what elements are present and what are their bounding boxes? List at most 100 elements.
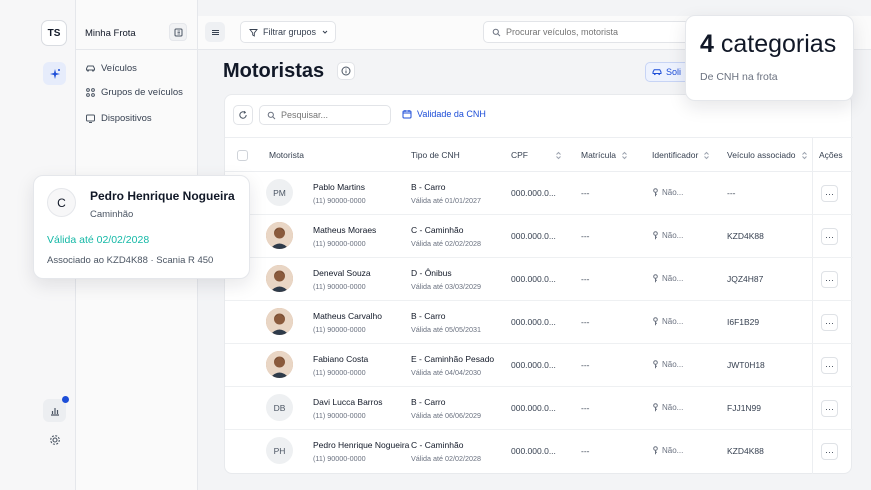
info-button[interactable] [337, 62, 355, 80]
table-row[interactable]: DB Davi Lucca Barros (11) 90000-0000 B - Ca… [225, 387, 853, 430]
cnh-validity: Válida até 06/06/2029 [411, 411, 481, 420]
refresh-button[interactable] [233, 105, 253, 125]
page-title: Motoristas [223, 60, 325, 82]
cnh-type: C - Caminhão [411, 440, 464, 450]
associated-vehicle: I6F1B29 [727, 317, 760, 327]
table-row[interactable]: PH Pedro Henrique Nogueira (11) 90000-0000… [225, 430, 853, 473]
driver-identifier: Não... [652, 446, 683, 455]
global-search-input[interactable] [506, 27, 696, 37]
driver-cpf: 000.000.0... [511, 188, 556, 198]
driver-name: Davi Lucca Barros [313, 397, 383, 407]
org-badge[interactable]: TS [41, 20, 67, 46]
chart-icon [50, 407, 59, 416]
more-icon: ··· [825, 317, 834, 328]
column-cnh-type[interactable]: Tipo de CNH [411, 150, 460, 160]
menu-button[interactable] [205, 22, 225, 42]
sparkle-icon [49, 68, 60, 79]
row-actions-button[interactable]: ··· [821, 228, 838, 245]
column-identifier[interactable]: Identificador [652, 150, 710, 160]
cnh-categories-stat-card: 4 categorias De CNH na frota [685, 15, 854, 101]
driver-avatar [266, 222, 293, 249]
driver-identifier: Não... [652, 403, 683, 412]
driver-name: Pedro Henrique Nogueira [90, 189, 235, 203]
stat-unit: categorias [720, 30, 837, 58]
key-icon [653, 188, 658, 197]
cnh-type: B - Carro [411, 397, 446, 407]
row-actions-button[interactable]: ··· [821, 357, 838, 374]
column-registration[interactable]: Matrícula [581, 150, 628, 160]
row-actions-button[interactable]: ··· [821, 443, 838, 460]
driver-photo [266, 351, 293, 378]
stat-subtitle: De CNH na frota [700, 71, 778, 83]
group-icon [86, 88, 95, 97]
car-icon [86, 65, 95, 72]
driver-name: Matheus Moraes [313, 225, 377, 235]
cnh-validity: Válida até 03/03/2029 [411, 282, 481, 291]
driver-phone: (11) 90000-0000 [313, 196, 366, 205]
driver-association: Associado ao KZD4K88 · Scania R 450 [47, 255, 214, 266]
row-actions-button[interactable]: ··· [821, 400, 838, 417]
refresh-icon [239, 110, 247, 119]
table-row[interactable]: PM Pablo Martins (11) 90000-0000 B - Carro V… [225, 172, 853, 215]
driver-registration: --- [581, 188, 590, 198]
row-actions-button[interactable]: ··· [821, 185, 838, 202]
driver-photo [266, 265, 293, 292]
ai-assistant-button[interactable] [43, 62, 66, 85]
chevron-down-icon [322, 30, 328, 34]
table-row[interactable]: Deneval Souza (11) 90000-0000 D - Ônibus Vá… [225, 258, 853, 301]
sidebar-item-vehicle-groups[interactable]: Grupos de veículos [85, 87, 183, 98]
driver-initials: PH [273, 445, 286, 456]
gear-icon [49, 434, 60, 445]
sidebar-item-vehicles[interactable]: Veículos [85, 63, 137, 74]
driver-registration: --- [581, 231, 590, 241]
sidebar-item-devices[interactable]: Dispositivos [85, 113, 152, 124]
key-icon [653, 403, 658, 412]
column-cpf[interactable]: CPF [511, 150, 562, 160]
filter-groups-button[interactable]: Filtrar grupos [240, 21, 336, 43]
more-icon: ··· [825, 188, 834, 199]
associated-vehicle: KZD4K88 [727, 231, 764, 241]
stat-value: 4 categorias [700, 30, 836, 59]
table-row[interactable]: Matheus Moraes (11) 90000-0000 C - Caminhã… [225, 215, 853, 258]
column-cpf-label: CPF [511, 150, 528, 160]
cnh-validity-filter[interactable]: Validade da CNH [402, 109, 486, 119]
select-all-checkbox[interactable] [237, 150, 248, 161]
fleet-name: Minha Frota [85, 28, 136, 39]
reports-button[interactable] [43, 396, 69, 422]
driver-identifier: Não... [652, 188, 683, 197]
filter-icon [249, 28, 258, 37]
request-button-label: Soli [666, 67, 682, 77]
driver-name: Fabiano Costa [313, 354, 369, 364]
global-search [483, 21, 703, 43]
sort-icon [622, 151, 627, 159]
driver-initials: PM [273, 187, 286, 198]
column-driver[interactable]: Motorista [269, 150, 304, 160]
driver-identifier-value: Não... [662, 403, 684, 412]
table-header: Motorista Tipo de CNH CPF Matrícula Iden… [225, 137, 853, 172]
panel-icon [174, 28, 182, 36]
table-search-input[interactable] [281, 110, 381, 120]
driver-identifier-value: Não... [662, 188, 684, 197]
column-vehicle[interactable]: Veículo associado [727, 150, 808, 160]
table-row[interactable]: Matheus Carvalho (11) 90000-0000 B - Carro… [225, 301, 853, 344]
driver-registration: --- [581, 403, 590, 413]
driver-registration: --- [581, 317, 590, 327]
cnh-validity-label: Validade da CNH [417, 109, 486, 119]
associated-vehicle: JWT0H18 [727, 360, 765, 370]
driver-avatar [266, 308, 293, 335]
driver-cpf: 000.000.0... [511, 231, 556, 241]
notification-dot [62, 396, 69, 403]
cnh-validity: Válida até 02/02/2028 [411, 454, 481, 463]
driver-phone: (11) 90000-0000 [313, 411, 366, 420]
cnh-validity: Válida até 05/05/2031 [411, 325, 481, 334]
car-icon [652, 69, 662, 76]
sidebar-toggle-button[interactable] [169, 23, 187, 41]
table-row[interactable]: Fabiano Costa (11) 90000-0000 E - Caminhão… [225, 344, 853, 387]
cnh-validity: Válida até 04/04/2030 [411, 368, 481, 377]
driver-identifier-value: Não... [662, 360, 684, 369]
settings-button[interactable] [43, 428, 66, 451]
row-actions-button[interactable]: ··· [821, 271, 838, 288]
row-actions-button[interactable]: ··· [821, 314, 838, 331]
associated-vehicle: KZD4K88 [727, 446, 764, 456]
driver-photo [266, 222, 293, 249]
